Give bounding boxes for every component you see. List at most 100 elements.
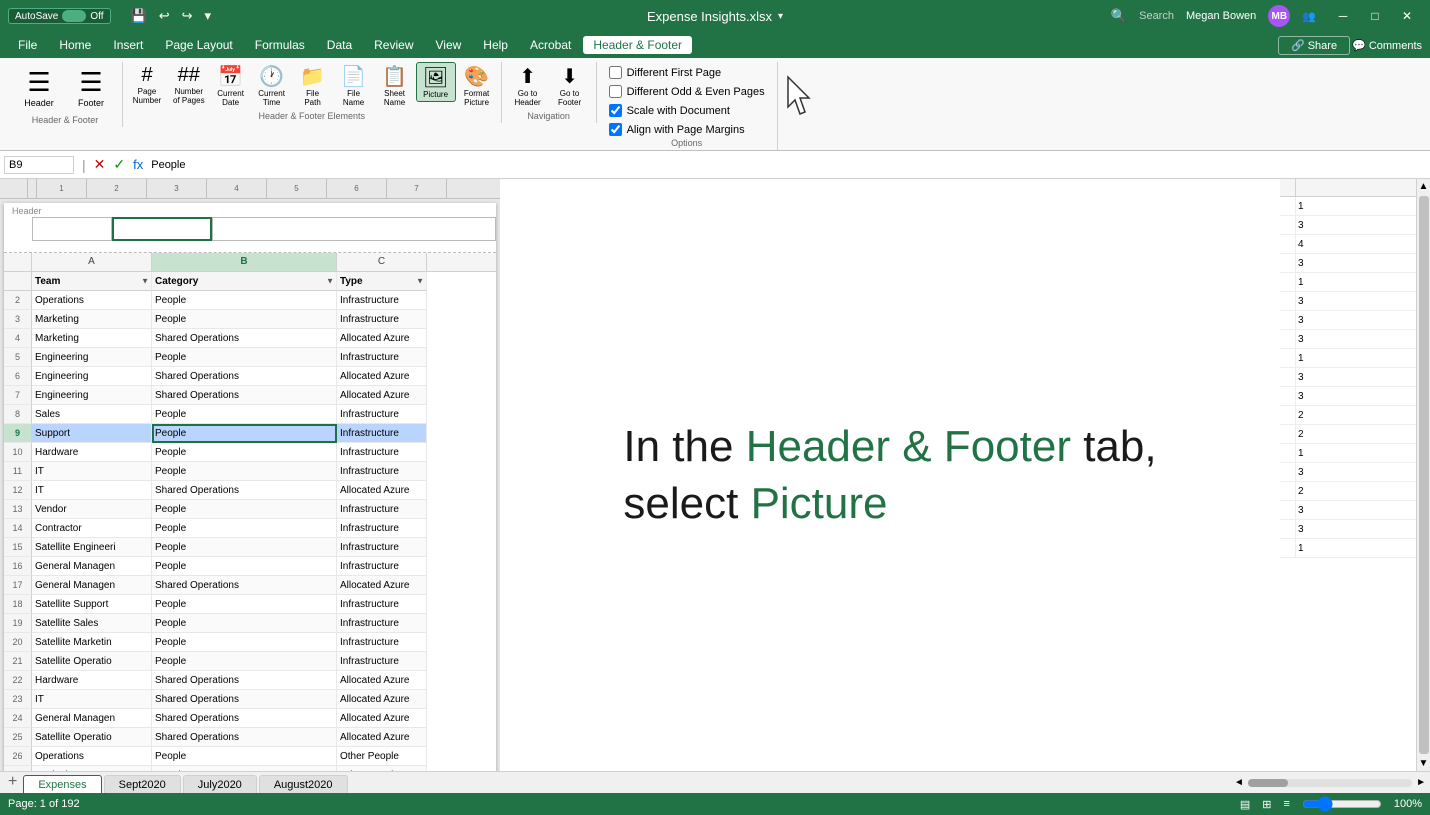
maximize-button[interactable]: □ — [1360, 7, 1390, 25]
cell-C13[interactable]: Infrastructure — [337, 500, 427, 519]
cell-B5[interactable]: People — [152, 348, 337, 367]
cell-B26[interactable]: People — [152, 747, 337, 766]
cell-B22[interactable]: Shared Operations — [152, 671, 337, 690]
scroll-up-button[interactable]: ▲ — [1417, 179, 1430, 194]
tab-august2020[interactable]: August2020 — [259, 775, 348, 793]
cell-C9[interactable]: Infrastructure — [337, 424, 427, 443]
normal-view-icon[interactable]: ▤ — [1240, 798, 1250, 811]
menu-view[interactable]: View — [426, 36, 472, 54]
close-button[interactable]: ✕ — [1392, 7, 1422, 25]
cell-A5[interactable]: Engineering — [32, 348, 152, 367]
format-picture-button[interactable]: 🎨 FormatPicture — [457, 62, 497, 109]
cell-B8[interactable]: People — [152, 405, 337, 424]
scale-doc-checkbox[interactable] — [609, 104, 622, 117]
cell-C19[interactable]: Infrastructure — [337, 614, 427, 633]
cell-A23[interactable]: IT — [32, 690, 152, 709]
cell-C7[interactable]: Allocated Azure — [337, 386, 427, 405]
formula-input[interactable] — [147, 157, 1426, 173]
cell-A11[interactable]: IT — [32, 462, 152, 481]
cell-A6[interactable]: Engineering — [32, 367, 152, 386]
filename-dropdown-icon[interactable]: ▾ — [778, 11, 783, 22]
cell-A2[interactable]: Operations — [32, 291, 152, 310]
redo-button[interactable]: ↪ — [178, 6, 197, 26]
scale-doc-option[interactable]: Scale with Document — [609, 104, 765, 117]
cell-reference-input[interactable] — [4, 156, 74, 174]
insert-function-icon[interactable]: fx — [133, 157, 143, 172]
header-cell-left[interactable] — [32, 217, 112, 241]
scroll-left-button[interactable]: ◄ — [1230, 775, 1248, 790]
cell-B16[interactable]: People — [152, 557, 337, 576]
menu-formulas[interactable]: Formulas — [245, 36, 315, 54]
customize-qa-button[interactable]: ▾ — [201, 6, 216, 26]
cell-C25[interactable]: Allocated Azure — [337, 728, 427, 747]
cell-C24[interactable]: Allocated Azure — [337, 709, 427, 728]
cell-A19[interactable]: Satellite Sales — [32, 614, 152, 633]
scroll-thumb[interactable] — [1419, 196, 1429, 754]
page-number-button[interactable]: # PageNumber — [127, 62, 167, 107]
header-cell-right[interactable] — [212, 217, 496, 241]
cell-B3[interactable]: People — [152, 310, 337, 329]
tab-sept2020[interactable]: Sept2020 — [104, 775, 181, 793]
go-to-header-button[interactable]: ⬆ Go toHeader — [508, 62, 548, 109]
cell-B20[interactable]: People — [152, 633, 337, 652]
cell-C5[interactable]: Infrastructure — [337, 348, 427, 367]
zoom-slider[interactable] — [1302, 796, 1382, 812]
menu-acrobat[interactable]: Acrobat — [520, 36, 581, 54]
cell-A16[interactable]: General Managen — [32, 557, 152, 576]
cell-A9[interactable]: Support — [32, 424, 152, 443]
cell-B11[interactable]: People — [152, 462, 337, 481]
cell-A8[interactable]: Sales — [32, 405, 152, 424]
cell-C15[interactable]: Infrastructure — [337, 538, 427, 557]
page-layout-view-icon[interactable]: ⊞ — [1262, 798, 1271, 811]
cell-B18[interactable]: People — [152, 595, 337, 614]
cell-C11[interactable]: Infrastructure — [337, 462, 427, 481]
cell-B17[interactable]: Shared Operations — [152, 576, 337, 595]
cell-B12[interactable]: Shared Operations — [152, 481, 337, 500]
menu-home[interactable]: Home — [49, 36, 101, 54]
share-button[interactable]: 🔗 Share — [1278, 36, 1350, 55]
cell-B2[interactable]: People — [152, 291, 337, 310]
footer-button[interactable]: ☰ Footer — [66, 62, 116, 113]
number-of-pages-button[interactable]: ## Numberof Pages — [168, 62, 210, 107]
cell-B9[interactable]: People — [152, 424, 337, 443]
menu-page-layout[interactable]: Page Layout — [155, 36, 242, 54]
file-path-button[interactable]: 📁 FilePath — [293, 62, 333, 109]
cell-C4[interactable]: Allocated Azure — [337, 329, 427, 348]
cell-A20[interactable]: Satellite Marketin — [32, 633, 152, 652]
filter-icon-A[interactable]: ▼ — [141, 272, 149, 291]
cell-A13[interactable]: Vendor — [32, 500, 152, 519]
cell-B23[interactable]: Shared Operations — [152, 690, 337, 709]
align-margins-checkbox[interactable] — [609, 123, 622, 136]
cell-C14[interactable]: Infrastructure — [337, 519, 427, 538]
cell-C16[interactable]: Infrastructure — [337, 557, 427, 576]
cell-B27[interactable]: People — [152, 766, 337, 771]
cell-A3[interactable]: Marketing — [32, 310, 152, 329]
page-break-view-icon[interactable]: ≡ — [1283, 798, 1289, 810]
cell-B14[interactable]: People — [152, 519, 337, 538]
vertical-scrollbar[interactable]: ▲ ▼ — [1416, 179, 1430, 771]
cell-A18[interactable]: Satellite Support — [32, 595, 152, 614]
add-sheet-button[interactable]: + — [4, 772, 21, 793]
cell-C6[interactable]: Allocated Azure — [337, 367, 427, 386]
cell-A12[interactable]: IT — [32, 481, 152, 500]
cell-B19[interactable]: People — [152, 614, 337, 633]
cell-A4[interactable]: Marketing — [32, 329, 152, 348]
diff-odd-even-option[interactable]: Different Odd & Even Pages — [609, 85, 765, 98]
cell-C20[interactable]: Infrastructure — [337, 633, 427, 652]
scroll-down-button[interactable]: ▼ — [1417, 756, 1430, 771]
confirm-formula-icon[interactable]: ✓ — [113, 156, 125, 173]
cell-C10[interactable]: Infrastructure — [337, 443, 427, 462]
cell-A22[interactable]: Hardware — [32, 671, 152, 690]
cell-B10[interactable]: People — [152, 443, 337, 462]
autosave-toggle[interactable] — [62, 10, 86, 22]
cell-C23[interactable]: Allocated Azure — [337, 690, 427, 709]
cell-A7[interactable]: Engineering — [32, 386, 152, 405]
cell-C18[interactable]: Infrastructure — [337, 595, 427, 614]
cell-B4[interactable]: Shared Operations — [152, 329, 337, 348]
cell-C22[interactable]: Allocated Azure — [337, 671, 427, 690]
cell-C21[interactable]: Infrastructure — [337, 652, 427, 671]
diff-first-page-checkbox[interactable] — [609, 66, 622, 79]
current-time-button[interactable]: 🕐 CurrentTime — [252, 62, 292, 109]
cell-A15[interactable]: Satellite Engineeri — [32, 538, 152, 557]
menu-file[interactable]: File — [8, 36, 47, 54]
